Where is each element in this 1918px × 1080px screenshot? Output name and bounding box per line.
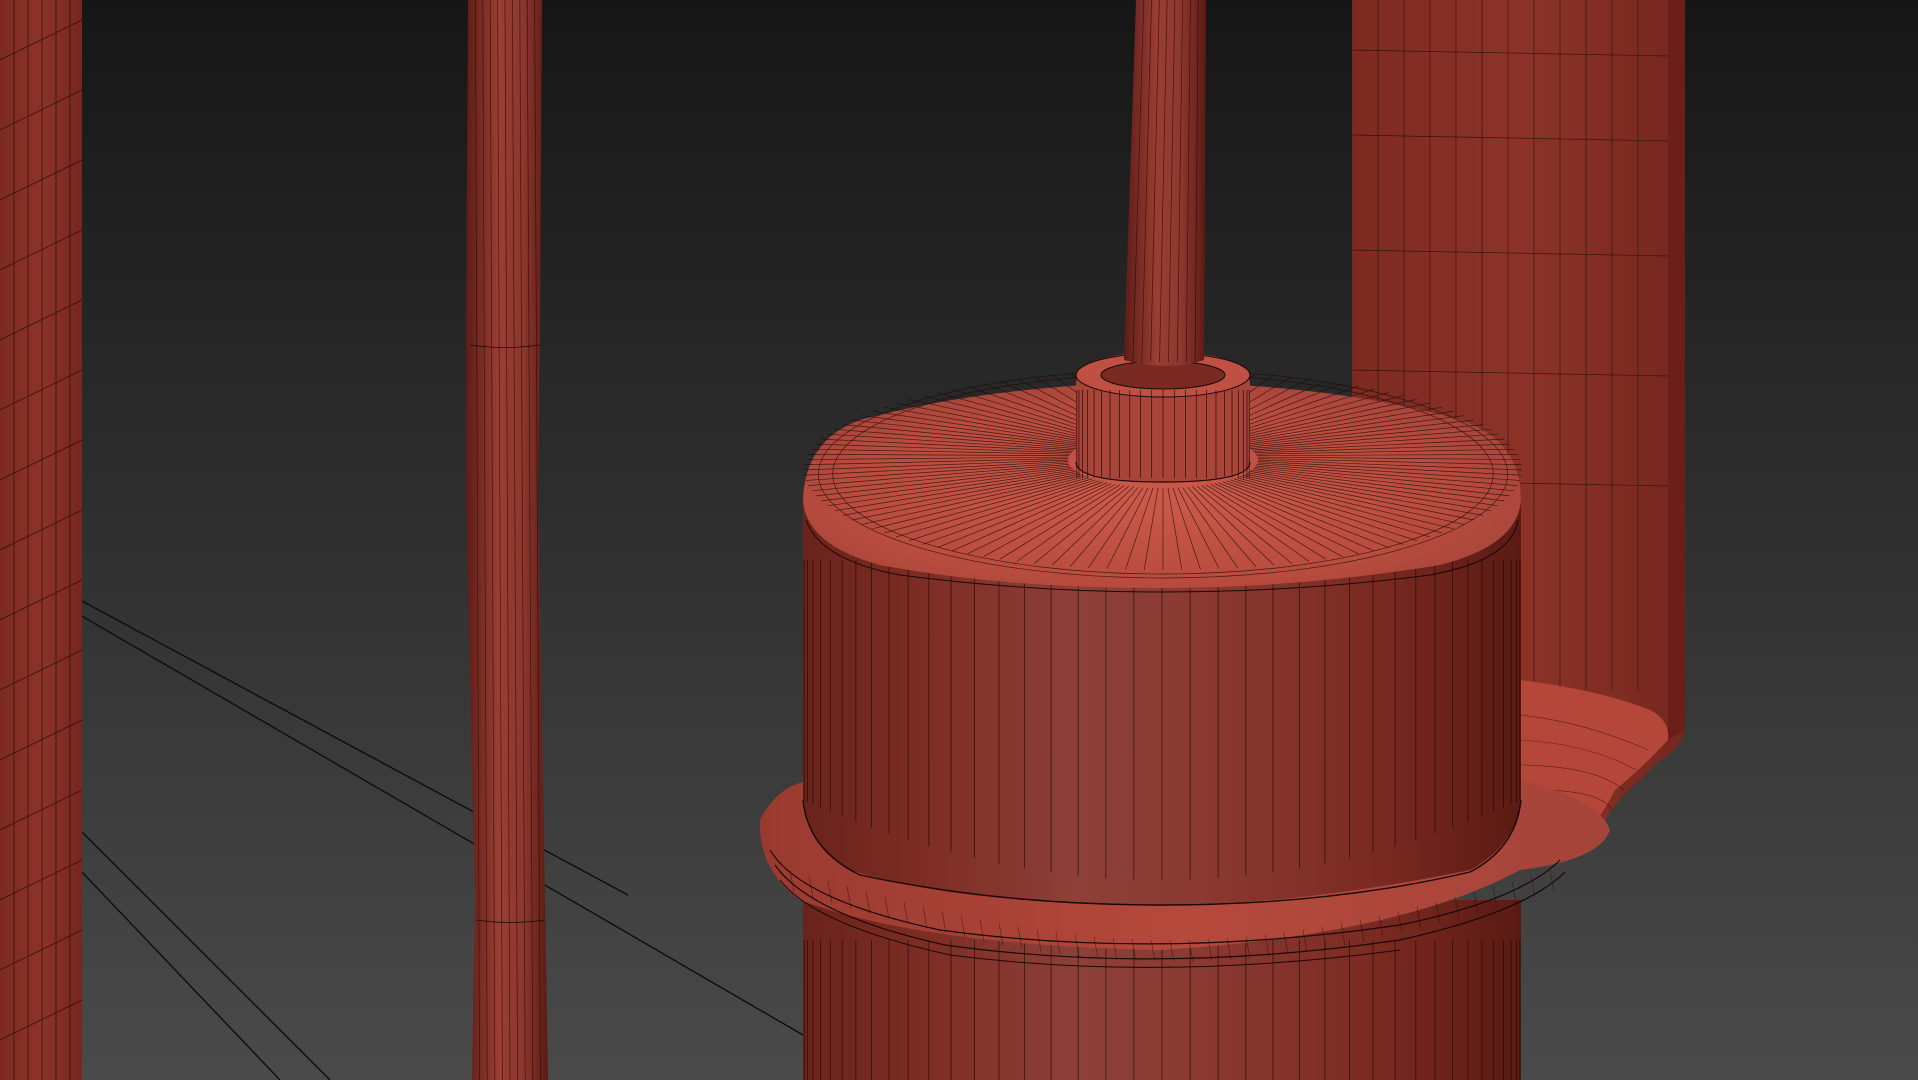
top-rod-mesh[interactable] xyxy=(1124,0,1206,366)
thin-rod-mesh[interactable] xyxy=(466,0,548,1080)
left-panel-mesh[interactable] xyxy=(0,0,83,1080)
rod-collar-mesh[interactable] xyxy=(1075,352,1251,483)
viewport-scene[interactable] xyxy=(0,0,1918,1080)
3d-viewport[interactable] xyxy=(0,0,1918,1080)
